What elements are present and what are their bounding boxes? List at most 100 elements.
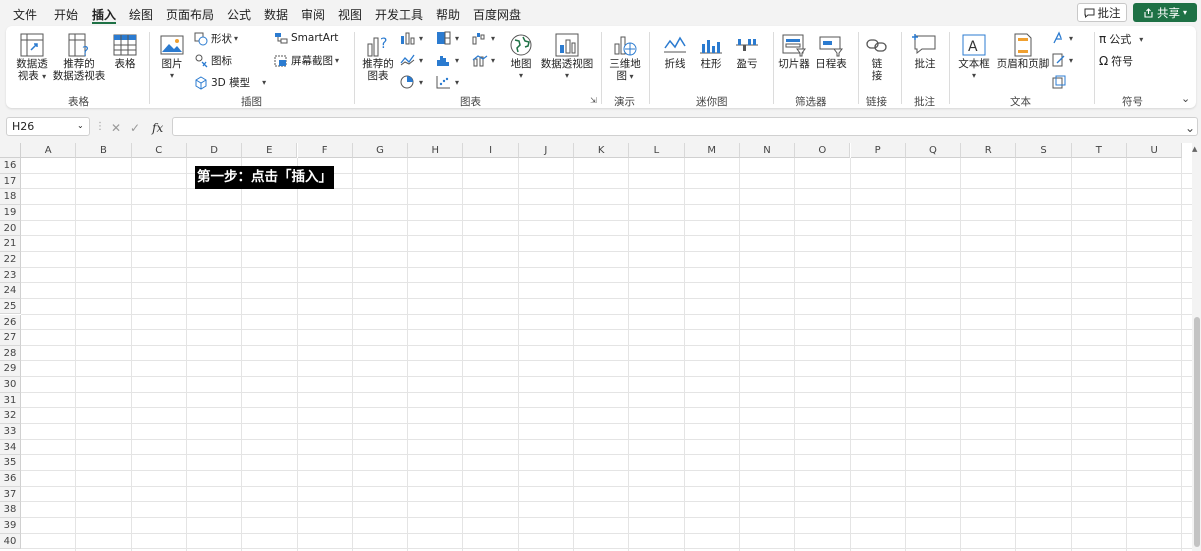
tab-view[interactable]: 视图 [338,6,362,23]
tab-file[interactable]: 文件 [13,6,37,23]
row-header[interactable]: 20 [0,220,21,237]
sparkline-line-button[interactable]: 折线 [660,32,690,70]
insert-function-button[interactable]: fx [152,121,163,135]
dialog-launcher-icon[interactable]: ⇲ [590,96,597,105]
recommended-pivot-button[interactable]: ? 推荐的 数据透视表 [52,32,106,82]
row-header[interactable]: 26 [0,314,21,331]
row-header[interactable]: 24 [0,283,21,299]
tab-page-layout[interactable]: 页面布局 [166,6,214,23]
row-header[interactable]: 35 [0,455,21,471]
tab-help[interactable]: 帮助 [436,6,460,23]
header-footer-button[interactable]: 页眉和页脚 [992,32,1054,70]
row-header[interactable]: 29 [0,361,21,378]
column-header[interactable]: B [76,143,132,158]
scroll-up-icon[interactable]: ▲ [1192,145,1197,153]
link-button[interactable]: 链 接 [864,32,890,82]
icons-button[interactable]: 图标 [194,53,232,68]
pie-chart-button[interactable]: ▾ [400,75,423,89]
smartart-button[interactable]: SmartArt [274,31,338,45]
pictures-button[interactable]: 图片 ▾ [156,32,188,82]
row-header[interactable]: 37 [0,486,21,503]
column-header[interactable]: P [850,143,906,158]
column-header[interactable]: T [1071,143,1127,158]
maps-button[interactable]: 地图 ▾ [506,32,536,82]
column-header[interactable]: S [1016,143,1072,158]
wordart-button[interactable]: ▾ [1052,31,1073,45]
new-comment-button[interactable]: 批注 [910,32,940,70]
equation-button[interactable]: π 公式 ▾ [1099,31,1143,47]
column-header[interactable]: H [408,143,464,158]
share-button[interactable]: 共享 ▾ [1133,3,1197,22]
column-header[interactable]: Q [905,143,962,158]
column-header[interactable]: U [1127,143,1183,158]
waterfall-chart-button[interactable]: ▾ [472,31,495,45]
text-box-button[interactable]: A 文本框 ▾ [956,32,992,82]
row-header[interactable]: 18 [0,189,21,205]
slicer-button[interactable]: 切片器 [777,32,811,70]
row-header[interactable]: 31 [0,392,21,409]
tab-home[interactable]: 开始 [54,6,78,23]
column-chart-button[interactable]: ▾ [400,31,423,45]
row-header[interactable]: 21 [0,236,21,252]
row-header[interactable]: 28 [0,345,21,362]
column-header[interactable]: C [131,143,187,158]
column-header[interactable]: D [186,143,243,158]
column-header[interactable]: F [297,143,353,158]
column-header[interactable]: A [21,143,77,158]
pivot-table-button[interactable]: 数据透 视表 ▾ [12,32,52,83]
column-header[interactable]: O [795,143,851,158]
row-header[interactable]: 22 [0,251,21,268]
shapes-button[interactable]: 形状 ▾ [194,31,238,46]
tab-insert[interactable]: 插入 [92,6,116,23]
row-header[interactable]: 39 [0,517,21,534]
more-options-icon[interactable]: ⋮ [95,121,105,132]
tab-review[interactable]: 审阅 [301,6,325,23]
column-header[interactable]: G [352,143,409,158]
row-header[interactable]: 33 [0,424,21,440]
row-header[interactable]: 38 [0,502,21,518]
row-header[interactable]: 34 [0,439,21,456]
symbol-button[interactable]: Ω 符号 [1099,53,1133,69]
timeline-button[interactable]: 日程表 [813,32,849,70]
combo-chart-button[interactable]: ▾ [472,53,495,67]
column-header[interactable]: L [629,143,685,158]
tab-draw[interactable]: 绘图 [129,6,153,23]
3d-map-button[interactable]: 三维地 图 ▾ [607,32,643,83]
column-header[interactable]: K [574,143,630,158]
recommended-charts-button[interactable]: ? 推荐的 图表 [360,32,396,82]
row-header[interactable]: 36 [0,471,21,487]
row-header[interactable]: 17 [0,173,21,190]
sparkline-winloss-button[interactable]: 盈亏 [732,32,762,70]
tab-formulas[interactable]: 公式 [227,6,251,23]
column-header[interactable]: E [242,143,298,158]
expand-formula-bar-icon[interactable]: ⌄ [1185,121,1195,135]
row-header[interactable]: 25 [0,298,21,315]
column-header[interactable]: I [463,143,519,158]
tab-baidu-netdisk[interactable]: 百度网盘 [473,6,521,23]
row-header[interactable]: 30 [0,377,21,393]
object-button[interactable] [1052,75,1069,89]
tab-data[interactable]: 数据 [264,6,288,23]
statistic-chart-button[interactable]: ▾ [436,53,459,67]
comments-button[interactable]: 批注 [1077,3,1127,22]
3d-models-button[interactable]: 3D 模型 ▾ [194,75,266,90]
cancel-icon[interactable]: ✕ [111,121,121,135]
row-header[interactable]: 23 [0,267,21,284]
column-header[interactable]: J [518,143,574,158]
column-header[interactable]: M [684,143,740,158]
pivot-chart-button[interactable]: 数据透视图 ▾ [539,32,595,82]
hierarchy-chart-button[interactable]: ▾ [436,31,459,45]
column-header[interactable]: N [739,143,796,158]
select-all-corner[interactable] [0,143,21,158]
table-button[interactable]: 表格 [110,32,140,70]
scatter-chart-button[interactable]: ▾ [436,75,459,89]
row-header[interactable]: 32 [0,408,21,425]
row-header[interactable]: 40 [0,533,21,550]
formula-input[interactable] [172,117,1198,136]
collapse-ribbon-icon[interactable]: ⌄ [1181,92,1190,105]
row-header[interactable]: 27 [0,330,21,346]
row-header[interactable]: 19 [0,204,21,221]
enter-icon[interactable]: ✓ [130,121,140,135]
spreadsheet-grid[interactable]: A B C D E F G H I J K L M N O P Q R S T U 16 17 18 19 20 21 22 23 24 2… [0,143,1192,551]
tab-developer[interactable]: 开发工具 [375,6,423,23]
